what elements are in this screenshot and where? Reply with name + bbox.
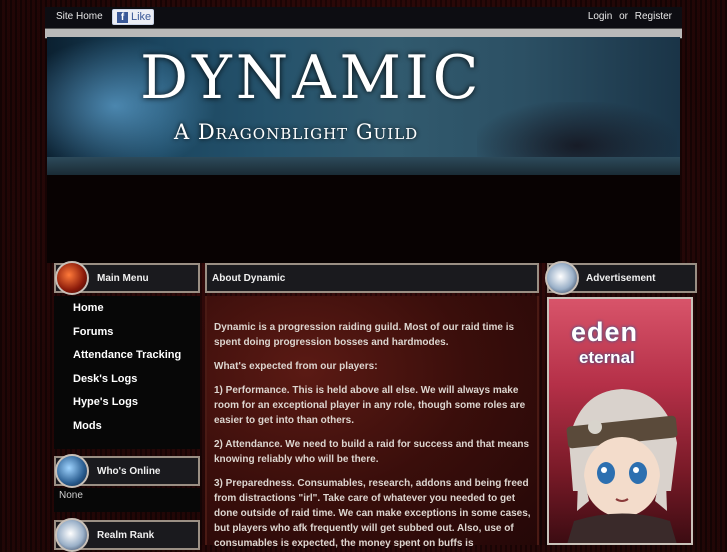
main-menu-title: Main Menu — [97, 273, 149, 284]
about-paragraph-expectations: What's expected from our players: — [214, 361, 378, 372]
facebook-like-label: Like — [131, 11, 152, 23]
about-paragraph-intro: Dynamic is a progression raiding guild. … — [214, 322, 515, 348]
realm-rank-emblem-icon — [55, 518, 89, 552]
ad-brand-eden: eden — [571, 317, 639, 347]
advertisement-banner[interactable]: eden eternal — [547, 297, 693, 545]
menu-item-hypes-logs[interactable]: Hype's Logs — [73, 396, 138, 408]
banner-title: DYNAMIC — [140, 43, 483, 113]
menu-item-home[interactable]: Home — [73, 302, 104, 314]
about-title: About Dynamic — [212, 273, 286, 284]
facebook-like-button[interactable]: f Like — [112, 9, 154, 25]
top-bar: Site Home f Like Login or Register — [45, 7, 682, 29]
facebook-icon: f — [117, 12, 128, 23]
realm-rank-title: Realm Rank — [97, 530, 155, 541]
about-paragraph-preparedness: 3) Preparedness. Consumables, research, … — [214, 478, 531, 549]
login-link[interactable]: Login — [588, 11, 612, 22]
advertisement-emblem-icon — [545, 261, 579, 295]
about-header: About Dynamic — [205, 263, 539, 293]
register-link[interactable]: Register — [635, 11, 672, 22]
menu-item-forums[interactable]: Forums — [73, 326, 113, 338]
auth-links: Login or Register — [584, 11, 672, 22]
whos-online-title: Who's Online — [97, 466, 161, 477]
or-text: or — [619, 11, 628, 22]
about-content: Dynamic is a progression raiding guild. … — [205, 296, 539, 549]
advertisement-title: Advertisement — [586, 273, 656, 284]
ad-brand-eternal: eternal — [579, 348, 635, 367]
about-paragraph-performance: 1) Performance. This is held above all e… — [214, 385, 526, 426]
site-home-link[interactable]: Site Home — [56, 11, 103, 22]
about-paragraph-attendance: 2) Attendance. We need to build a raid f… — [214, 439, 530, 465]
header-spacer — [47, 175, 680, 263]
banner-subtitle: A Dragonblight Guild — [174, 120, 419, 144]
whos-online-list: None — [54, 488, 200, 512]
menu-item-attendance-tracking[interactable]: Attendance Tracking — [73, 349, 181, 361]
main-menu: Home Forums Attendance Tracking Desk's L… — [54, 296, 200, 449]
main-menu-emblem-icon — [55, 261, 89, 295]
whos-online-value: None — [59, 490, 83, 501]
menu-item-desks-logs[interactable]: Desk's Logs — [73, 373, 137, 385]
banner-floor — [47, 157, 680, 175]
ad-character-illustration — [566, 389, 678, 543]
whos-online-emblem-icon — [55, 454, 89, 488]
menu-item-mods[interactable]: Mods — [73, 420, 102, 432]
guild-banner: DYNAMIC A Dragonblight Guild — [47, 37, 680, 175]
